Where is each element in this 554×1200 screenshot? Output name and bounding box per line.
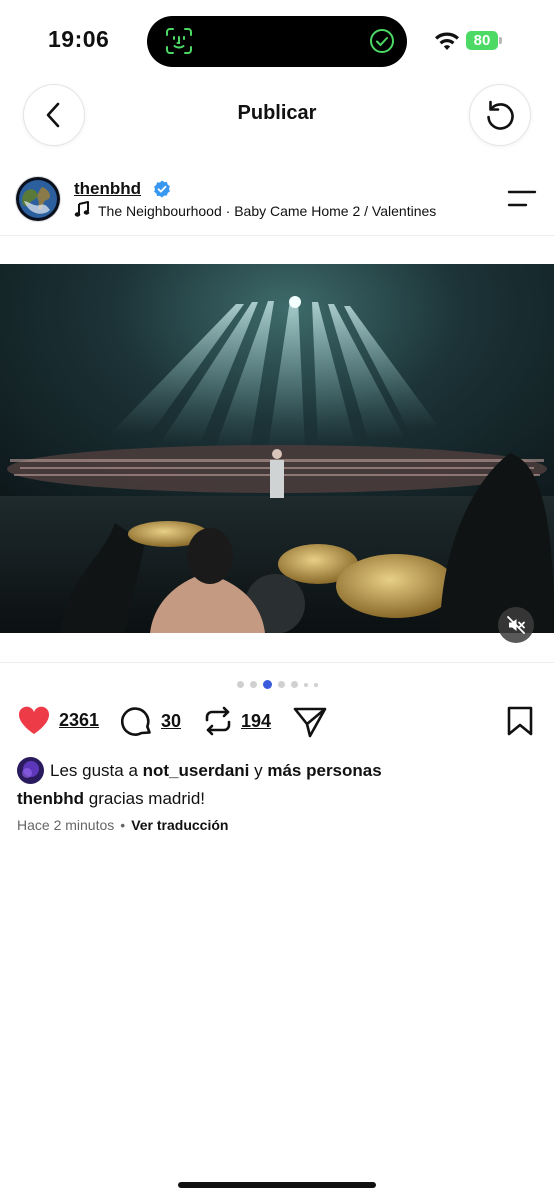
likes-others[interactable]: más personas bbox=[267, 761, 381, 781]
likes-summary[interactable]: Les gusta a not_userdani y más personas bbox=[17, 757, 382, 784]
comment-icon bbox=[121, 707, 151, 736]
repost-count[interactable]: 194 bbox=[241, 711, 271, 732]
earth-avatar-image bbox=[16, 177, 60, 221]
divider bbox=[0, 235, 554, 236]
post-meta: Hace 2 minutos • Ver traducción bbox=[17, 817, 228, 833]
wifi-icon bbox=[435, 32, 459, 50]
refresh-button[interactable] bbox=[469, 84, 531, 146]
like-button[interactable]: 2361 bbox=[17, 705, 99, 735]
carousel-dot bbox=[277, 681, 285, 688]
repost-icon bbox=[205, 706, 231, 736]
status-bar: 19:06 80 bbox=[0, 0, 554, 80]
carousel-indicator bbox=[0, 680, 554, 689]
meta-separator: • bbox=[120, 817, 126, 833]
author-username[interactable]: thenbhd bbox=[74, 179, 141, 199]
divider bbox=[0, 662, 554, 663]
post-media[interactable] bbox=[0, 264, 554, 633]
carousel-dot bbox=[249, 681, 257, 688]
concert-photo bbox=[0, 264, 554, 633]
status-time: 19:06 bbox=[48, 26, 110, 52]
battery-indicator: 80 bbox=[466, 31, 498, 50]
comment-button[interactable]: 30 bbox=[121, 705, 181, 737]
post-caption: thenbhd gracias madrid! bbox=[17, 789, 205, 809]
translate-link[interactable]: Ver traducción bbox=[131, 817, 228, 833]
refresh-icon bbox=[487, 100, 514, 130]
battery-tip bbox=[499, 37, 502, 44]
caption-username[interactable]: thenbhd bbox=[17, 789, 84, 808]
repost-button[interactable]: 194 bbox=[203, 705, 271, 737]
post-timestamp: Hace 2 minutos bbox=[17, 817, 115, 833]
like-count[interactable]: 2361 bbox=[59, 710, 99, 731]
carousel-dot bbox=[303, 682, 308, 687]
verified-icon bbox=[154, 180, 170, 198]
face-id-icon bbox=[166, 28, 192, 54]
share-icon[interactable] bbox=[293, 706, 327, 738]
carousel-dot bbox=[290, 681, 298, 688]
carousel-dot-active bbox=[262, 680, 272, 689]
likes-prefix: Les gusta a bbox=[50, 760, 138, 780]
music-note-icon bbox=[74, 201, 90, 217]
author-avatar[interactable] bbox=[15, 176, 61, 222]
caption-text: gracias madrid! bbox=[88, 789, 205, 808]
dynamic-island bbox=[147, 16, 407, 67]
liker-avatar bbox=[17, 757, 44, 784]
carousel-dot bbox=[236, 681, 244, 688]
check-circle-icon bbox=[370, 29, 394, 53]
likes-join: y bbox=[254, 760, 263, 780]
music-track[interactable]: The Neighbourhood · Baby Came Home 2 / V… bbox=[98, 203, 436, 219]
mute-icon bbox=[507, 616, 525, 634]
mute-button[interactable] bbox=[498, 607, 534, 643]
comment-count[interactable]: 30 bbox=[161, 711, 181, 732]
home-indicator bbox=[178, 1182, 376, 1188]
menu-icon[interactable] bbox=[506, 189, 538, 209]
heart-icon bbox=[18, 706, 50, 734]
liked-by-username[interactable]: not_userdani bbox=[143, 761, 250, 781]
carousel-dot bbox=[313, 682, 318, 687]
bookmark-icon[interactable] bbox=[507, 706, 533, 736]
